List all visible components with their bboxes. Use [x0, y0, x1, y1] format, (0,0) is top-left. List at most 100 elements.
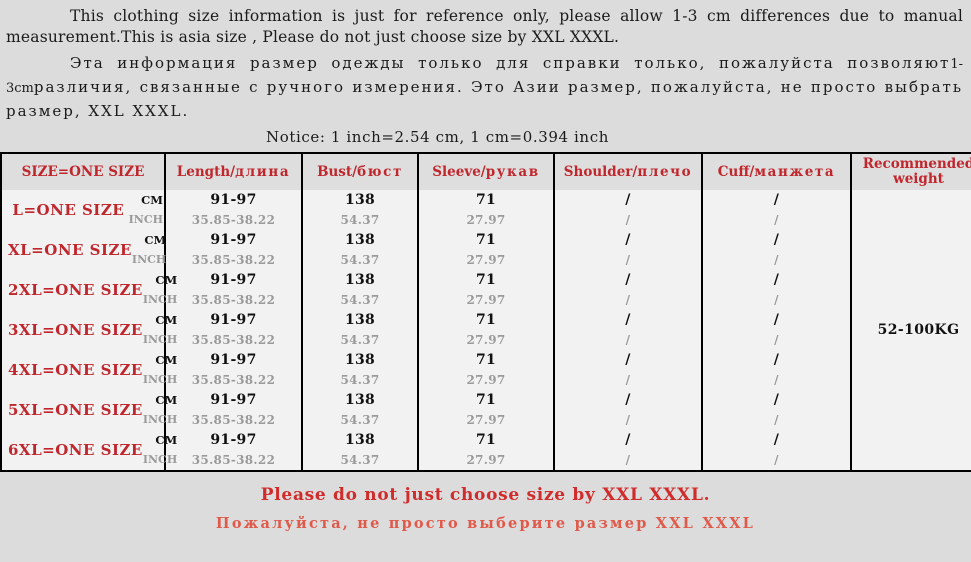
footer-warning: Please do not just choose size by XXL XX… [0, 472, 971, 537]
value-inch: 35.85-38.22 [191, 293, 276, 307]
value-cm: 91-97 [210, 392, 257, 408]
unit-inch-label: INCH [128, 213, 163, 226]
header-sleeve: Sleeve/рукав [417, 153, 555, 190]
size-label: 3XL=ONE SIZE [8, 321, 143, 339]
value-inch: / [774, 413, 779, 427]
size-table: SIZE=ONE SIZE Length/длина Bust/бюст Sle… [0, 152, 971, 472]
measurement-cell: 138 54.37 [301, 430, 419, 471]
unit-inch-label: INCH [142, 453, 178, 466]
size-cell: 6XL=ONE SIZE CM INCH [0, 430, 177, 471]
value-inch: 54.37 [340, 213, 380, 227]
value-inch: / [625, 213, 631, 227]
measurement-cell: 138 54.37 [301, 270, 419, 310]
value-inch: / [625, 333, 631, 347]
value-cm: 138 [344, 392, 376, 408]
value-inch: 35.85-38.22 [191, 333, 276, 347]
measurement-cell: / / [701, 350, 852, 390]
value-inch: / [625, 413, 631, 427]
intro-russian: Эта информация размер одежды только для … [6, 52, 963, 122]
header-size: SIZE=ONE SIZE [0, 153, 166, 190]
value-inch: / [625, 293, 631, 307]
unit-inch-label: INCH [142, 293, 178, 306]
unit-cm-label: CM [155, 273, 178, 287]
unit-cm-label: CM [144, 233, 167, 247]
measurement-cell: 138 54.37 [301, 190, 419, 230]
value-cm: 71 [475, 192, 497, 208]
header-sleeve-ru: рукав [485, 163, 540, 180]
value-inch: / [774, 253, 779, 267]
header-shoulder-ru: плечо [637, 163, 693, 180]
header-length: Length/длина [164, 153, 303, 190]
value-cm: 91-97 [210, 352, 257, 368]
table-row: L=ONE SIZE CM INCH 91-97 35.85-38.22 138 54.37… [0, 190, 971, 471]
value-inch: 54.37 [340, 333, 380, 347]
header-length-ru: длина [235, 163, 291, 180]
value-cm: 138 [344, 312, 376, 328]
measurement-cell: 71 27.97 [417, 390, 555, 430]
footer-russian: Пожалуйста, не просто выберите размер XX… [215, 515, 756, 532]
value-inch: 27.97 [466, 213, 506, 227]
measurement-cell: 91-97 35.85-38.22 [164, 230, 303, 270]
value-cm: 91-97 [210, 272, 257, 288]
unit-inch-label: INCH [142, 413, 178, 426]
size-label: 2XL=ONE SIZE [8, 281, 143, 299]
unit-cm-label: CM [141, 193, 163, 207]
value-cm: 71 [475, 232, 497, 248]
value-cm: 91-97 [210, 312, 257, 328]
value-inch: 35.85-38.22 [191, 373, 276, 387]
value-inch: 54.37 [340, 293, 380, 307]
table-row: 4XL=ONE SIZE CM INCH 91-97 35.85-38.22 138 54.… [0, 350, 971, 390]
value-inch: 27.97 [466, 413, 506, 427]
unit-cm-label: CM [155, 313, 178, 327]
value-inch: 35.85-38.22 [191, 453, 276, 467]
header-bust-ru: бюст [357, 163, 403, 180]
measurement-cell: / / [553, 230, 703, 270]
conversion-notice: Notice: 1 inch=2.54 cm, 1 cm=0.394 inch [266, 128, 609, 146]
measurement-cell: / / [701, 310, 852, 350]
size-cell: L=ONE SIZE CM INCH [0, 190, 166, 230]
measurement-cell: 91-97 35.85-38.22 [164, 310, 303, 350]
size-cell: 5XL=ONE SIZE CM INCH [0, 390, 177, 430]
recommended-weight-cell: 52-100KG [850, 190, 971, 471]
value-cm: 71 [475, 352, 497, 368]
table-row: 2XL=ONE SIZE CM INCH 91-97 35.85-38.22 138 54.… [0, 270, 971, 310]
header-shoulder: Shoulder/плечо [553, 153, 703, 190]
size-cell: 4XL=ONE SIZE CM INCH [0, 350, 177, 390]
measurement-cell: 71 27.97 [417, 430, 555, 471]
value-cm: / [773, 432, 780, 448]
table-row: 5XL=ONE SIZE CM INCH 91-97 35.85-38.22 138 54.… [0, 390, 971, 430]
size-cell: 3XL=ONE SIZE CM INCH [0, 310, 177, 350]
measurement-cell: 138 54.37 [301, 310, 419, 350]
measurement-cell: 71 27.97 [417, 310, 555, 350]
unit-inch-label: INCH [131, 253, 167, 266]
value-inch: / [625, 453, 631, 467]
measurement-cell: 91-97 35.85-38.22 [164, 390, 303, 430]
value-cm: / [625, 232, 631, 248]
value-inch: / [625, 373, 631, 387]
header-cuff-en: Cuff/ [717, 163, 755, 180]
measurement-cell: / / [553, 190, 703, 230]
intro-text-block: This clothing size information is just f… [0, 0, 971, 122]
value-cm: 91-97 [210, 192, 257, 208]
footer-english: Please do not just choose size by XXL XX… [260, 485, 711, 505]
value-inch: / [774, 333, 779, 347]
size-label: 5XL=ONE SIZE [8, 401, 143, 419]
header-length-en: Length/ [176, 163, 236, 180]
value-inch: 35.85-38.22 [191, 253, 276, 267]
measurement-cell: 71 27.97 [417, 270, 555, 310]
value-cm: / [625, 352, 631, 368]
header-weight-line2: weight [893, 171, 944, 187]
value-cm: 71 [475, 272, 497, 288]
unit-stack: CM INCH [143, 350, 178, 390]
value-inch: / [774, 293, 779, 307]
measurement-cell: / / [701, 430, 852, 471]
header-bust-en: Bust/ [317, 163, 358, 180]
value-cm: 71 [475, 392, 497, 408]
measurement-cell: / / [701, 190, 852, 230]
value-inch: 27.97 [466, 373, 506, 387]
unit-inch-label: INCH [142, 333, 178, 346]
value-cm: / [773, 272, 780, 288]
unit-inch-label: INCH [142, 373, 178, 386]
unit-stack: CM INCH [129, 190, 164, 230]
value-cm: / [625, 312, 631, 328]
